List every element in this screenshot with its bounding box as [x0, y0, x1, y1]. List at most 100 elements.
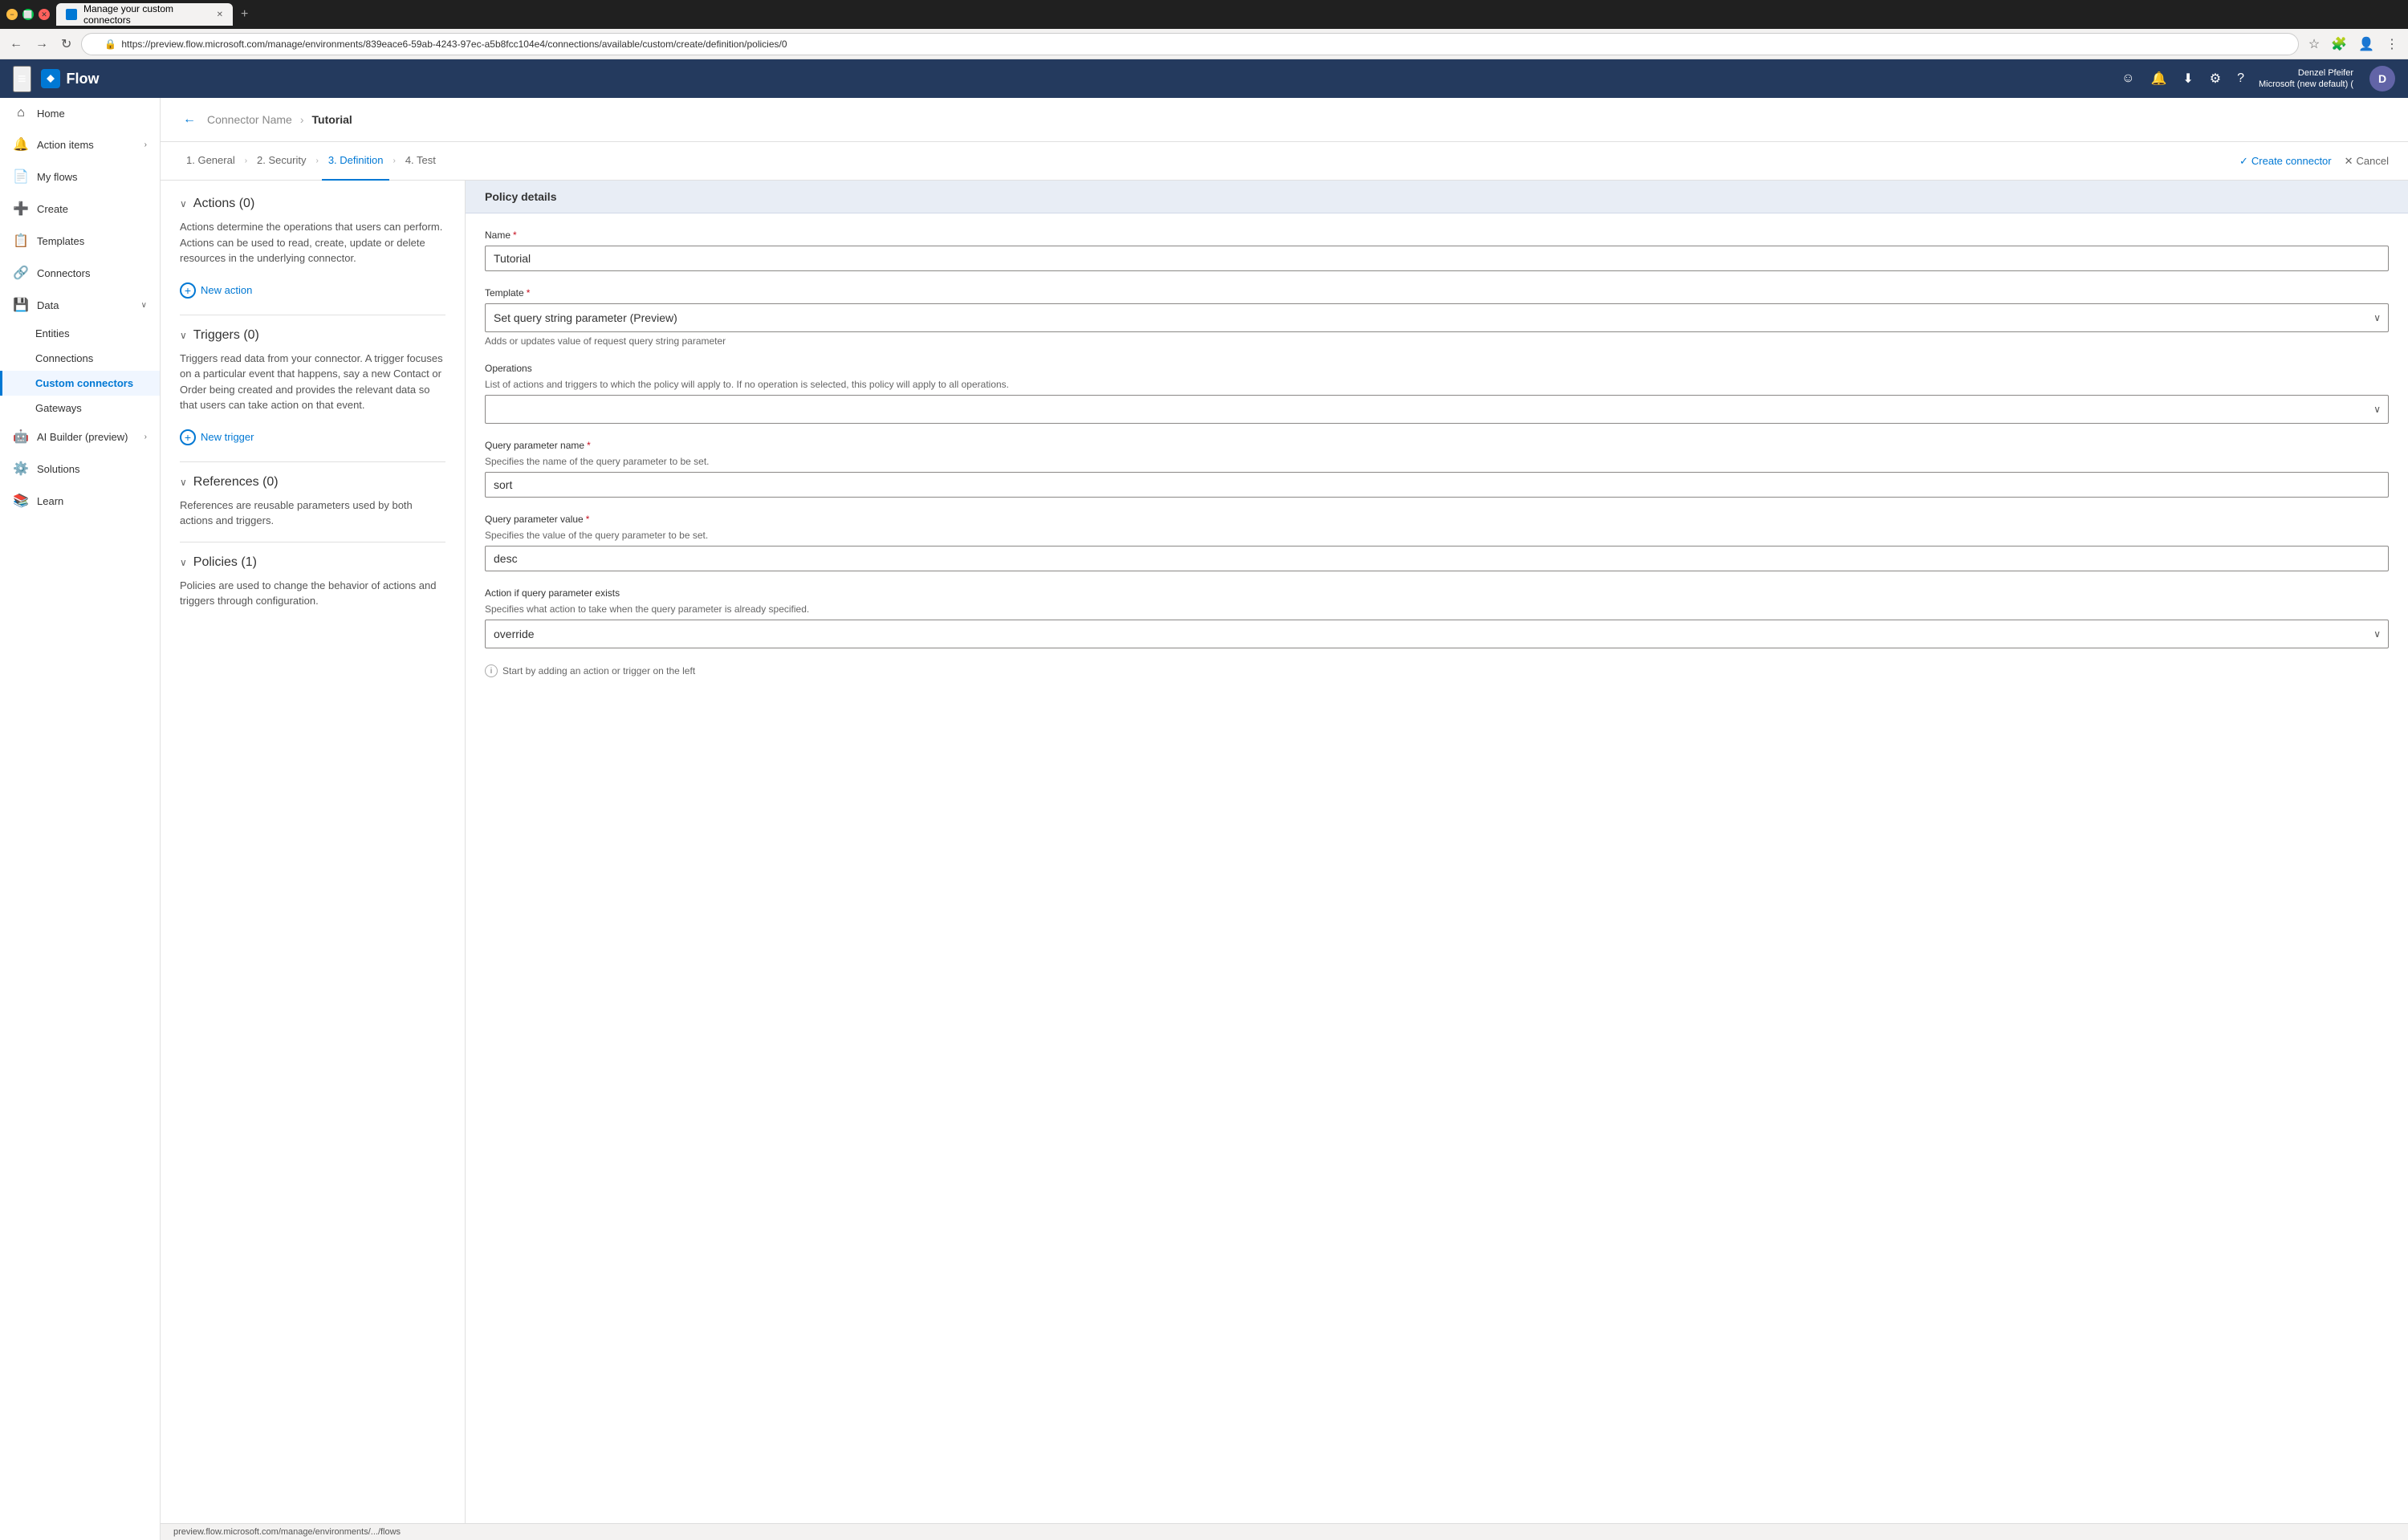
extensions-button[interactable]: 🧩 [2328, 33, 2350, 55]
step-nav-actions: ✓ Create connector ✕ Cancel [2239, 155, 2389, 168]
cancel-button[interactable]: ✕ Cancel [2345, 155, 2389, 168]
close-button[interactable]: ✕ [39, 9, 50, 20]
step-definition-label: 3. Definition [328, 154, 384, 166]
home-icon: ⌂ [13, 106, 29, 120]
download-button[interactable]: ⬇ [2178, 66, 2198, 91]
lock-icon: 🔒 [104, 39, 116, 50]
sidebar-label-gateways: Gateways [35, 402, 82, 414]
user-avatar[interactable]: D [2369, 66, 2395, 91]
template-required-star: * [527, 287, 531, 299]
template-select[interactable]: Set query string parameter (Preview) Set… [485, 303, 2389, 332]
sidebar-item-ai-builder[interactable]: 🤖 AI Builder (preview) › [0, 421, 160, 453]
query-param-value-help-text: Specifies the value of the query paramet… [485, 530, 2389, 541]
cancel-label: Cancel [2357, 155, 2389, 167]
new-tab-button[interactable]: + [236, 7, 253, 22]
step-security[interactable]: 2. Security [250, 142, 312, 181]
notification-button[interactable]: 🔔 [2146, 66, 2171, 91]
query-param-value-input[interactable] [485, 546, 2389, 571]
app-menu-button[interactable]: ≡ [13, 66, 31, 92]
operations-label: Operations [485, 363, 2389, 374]
new-action-button[interactable]: + New action [180, 279, 252, 302]
step-definition[interactable]: 3. Definition [322, 142, 390, 181]
address-text: https://preview.flow.microsoft.com/manag… [121, 39, 787, 50]
sidebar-item-solutions[interactable]: ⚙️ Solutions [0, 453, 160, 485]
data-icon: 💾 [13, 297, 29, 313]
maximize-button[interactable]: ⬜ [22, 9, 34, 20]
policy-details-header: Policy details [466, 181, 2408, 213]
help-button[interactable]: ? [2232, 67, 2249, 91]
profile-button[interactable]: 👤 [2355, 33, 2377, 55]
tab-bar: Manage your custom connectors ✕ + [56, 3, 2402, 26]
sidebar-item-create[interactable]: ➕ Create [0, 193, 160, 225]
browser-tab-active[interactable]: Manage your custom connectors ✕ [56, 3, 233, 26]
browser-menu-button[interactable]: ⋮ [2382, 33, 2402, 55]
sidebar-label-entities: Entities [35, 327, 70, 339]
sidebar-label-custom-connectors: Custom connectors [35, 377, 133, 389]
user-org: Microsoft (new default) ( [2259, 79, 2353, 90]
sidebar-label-connections: Connections [35, 352, 93, 364]
operations-help-text: List of actions and triggers to which th… [485, 379, 2389, 390]
action-if-exists-form-group: Action if query parameter exists Specifi… [485, 587, 2389, 648]
browser-actions: ☆ 🧩 👤 ⋮ [2305, 33, 2402, 55]
sidebar-sub-item-gateways[interactable]: Gateways [0, 396, 160, 421]
triggers-toggle-icon: ∨ [180, 330, 187, 341]
sidebar-label-create: Create [37, 203, 147, 215]
sidebar-label-data: Data [37, 299, 133, 311]
actions-section-header[interactable]: ∨ Actions (0) [180, 197, 445, 211]
create-connector-label: Create connector [2251, 155, 2332, 167]
back-button[interactable]: ← [6, 34, 26, 55]
step-chevron-1: › [245, 156, 247, 165]
tab-close-icon[interactable]: ✕ [217, 10, 223, 19]
smiley-button[interactable]: ☺ [2117, 67, 2139, 91]
sidebar-item-templates[interactable]: 📋 Templates [0, 225, 160, 257]
sidebar-item-connectors[interactable]: 🔗 Connectors [0, 257, 160, 289]
app-header: ≡ Flow ☺ 🔔 ⬇ ⚙ ? Denzel Pfeifer Microsof… [0, 59, 2408, 98]
tab-favicon [66, 9, 77, 20]
name-input[interactable] [485, 246, 2389, 271]
sidebar-label-connectors: Connectors [37, 267, 147, 279]
action-if-exists-select[interactable]: override skip fail [485, 620, 2389, 648]
policy-details-body: Name * Template * [466, 213, 2408, 693]
step-test[interactable]: 4. Test [399, 142, 442, 181]
references-section-header[interactable]: ∨ References (0) [180, 475, 445, 490]
query-param-name-form-group: Query parameter name * Specifies the nam… [485, 440, 2389, 498]
query-param-name-label: Query parameter name * [485, 440, 2389, 451]
actions-section-title: Actions (0) [193, 197, 254, 211]
step-general-label: 1. General [186, 154, 235, 166]
sidebar-sub-item-connections[interactable]: Connections [0, 346, 160, 371]
sidebar-item-my-flows[interactable]: 📄 My flows [0, 161, 160, 193]
hint-text: Start by adding an action or trigger on … [502, 665, 695, 677]
sidebar-item-action-items[interactable]: 🔔 Action items › [0, 128, 160, 161]
operations-input-wrapper: ∨ [485, 395, 2389, 424]
forward-button[interactable]: → [32, 34, 51, 55]
address-bar[interactable]: 🔒 https://preview.flow.microsoft.com/man… [81, 33, 2298, 55]
star-button[interactable]: ☆ [2305, 33, 2323, 55]
new-trigger-label: New trigger [201, 431, 254, 443]
breadcrumb-parent[interactable]: Connector Name [207, 113, 292, 126]
cancel-icon: ✕ [2345, 155, 2353, 168]
ai-builder-icon: 🤖 [13, 429, 29, 445]
policies-section-header[interactable]: ∨ Policies (1) [180, 555, 445, 570]
app-container: ≡ Flow ☺ 🔔 ⬇ ⚙ ? Denzel Pfeifer Microsof… [0, 59, 2408, 1540]
reload-button[interactable]: ↻ [58, 33, 75, 55]
query-param-name-input[interactable] [485, 472, 2389, 498]
create-connector-button[interactable]: ✓ Create connector [2239, 155, 2332, 168]
minimize-button[interactable]: − [6, 9, 18, 20]
create-icon: ➕ [13, 201, 29, 217]
sidebar-item-learn[interactable]: 📚 Learn [0, 485, 160, 517]
left-panel: ∨ Actions (0) Actions determine the oper… [161, 181, 466, 1523]
operations-dropdown[interactable] [485, 395, 2389, 424]
operations-form-group: Operations List of actions and triggers … [485, 363, 2389, 424]
action-items-icon: 🔔 [13, 136, 29, 152]
back-nav-button[interactable]: ← [180, 109, 199, 130]
step-general[interactable]: 1. General [180, 142, 242, 181]
new-trigger-button[interactable]: + New trigger [180, 426, 254, 449]
name-label: Name * [485, 230, 2389, 241]
settings-button[interactable]: ⚙ [2205, 66, 2226, 91]
sidebar-item-home[interactable]: ⌂ Home [0, 98, 160, 128]
sidebar: ⌂ Home 🔔 Action items › 📄 My flows ➕ Cre… [0, 98, 161, 1540]
sidebar-sub-item-custom-connectors[interactable]: Custom connectors [0, 371, 160, 396]
triggers-section-header[interactable]: ∨ Triggers (0) [180, 328, 445, 343]
sidebar-item-data[interactable]: 💾 Data ∨ [0, 289, 160, 321]
sidebar-sub-item-entities[interactable]: Entities [0, 321, 160, 346]
